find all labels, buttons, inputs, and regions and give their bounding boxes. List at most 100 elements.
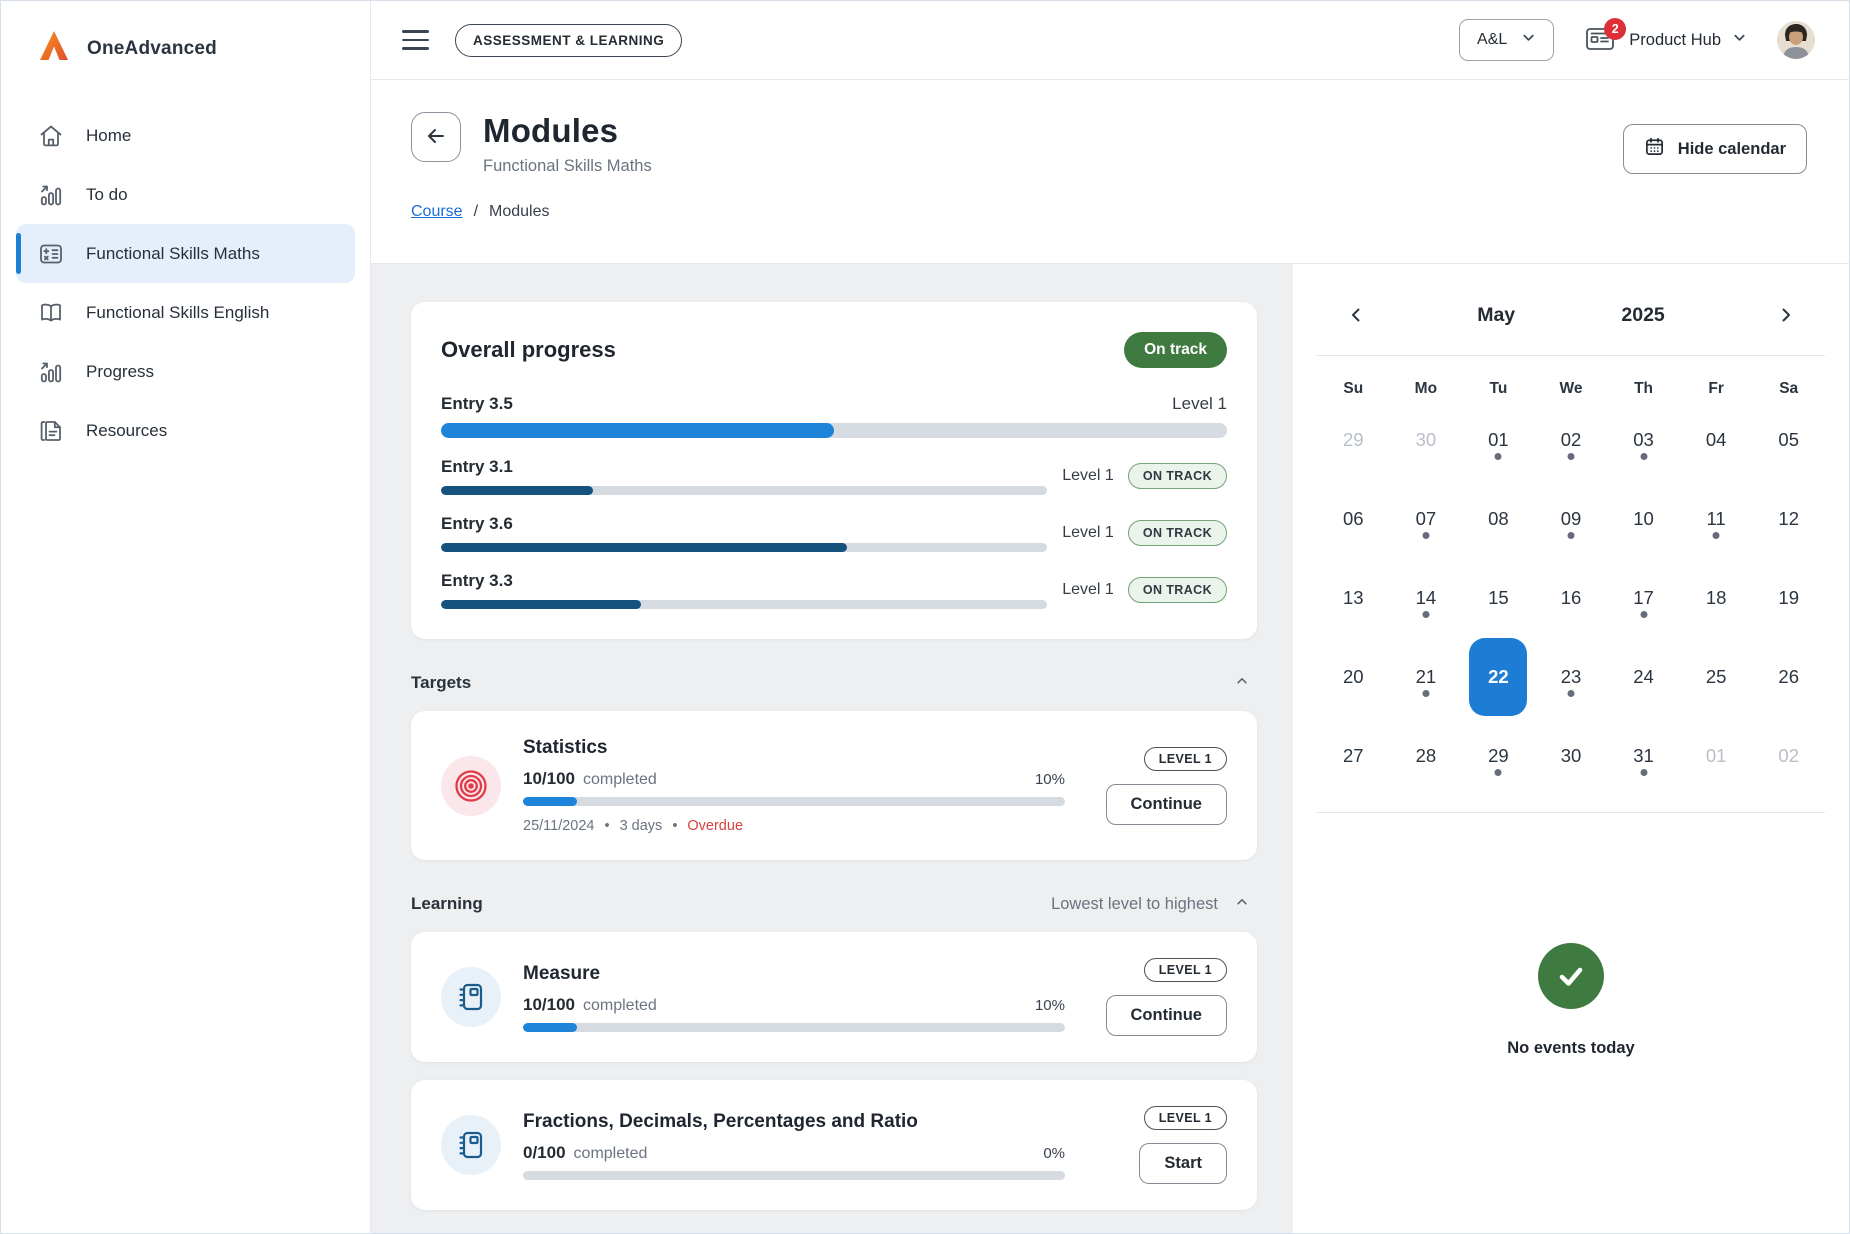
progress-row: Entry 3.6 Level 1 ON TRACK — [441, 514, 1227, 552]
calendar-day[interactable]: 17 — [1607, 558, 1680, 637]
sidebar-item-functional-skills-english[interactable]: Functional Skills English — [16, 283, 355, 342]
product-hub-menu[interactable]: 2 Product Hub — [1584, 25, 1747, 55]
user-avatar[interactable] — [1777, 21, 1815, 59]
overall-progress-title: Overall progress — [441, 337, 616, 363]
calendar-year[interactable]: 2025 — [1621, 304, 1664, 327]
calendar-next-button[interactable] — [1771, 300, 1801, 330]
calendar-day[interactable]: 27 — [1317, 716, 1390, 795]
calendar-day[interactable]: 16 — [1535, 558, 1608, 637]
day-header: Tu — [1462, 380, 1535, 398]
notebook-icon — [441, 967, 501, 1027]
status-badge: On track — [1124, 332, 1227, 368]
completed-count: 0/100 — [523, 1143, 566, 1162]
calendar-day[interactable]: 15 — [1462, 558, 1535, 637]
calendar-day[interactable]: 08 — [1462, 479, 1535, 558]
calendar-day[interactable]: 21 — [1390, 637, 1463, 716]
progress-fill — [441, 486, 593, 495]
calendar-day[interactable]: 05 — [1752, 400, 1825, 479]
calendar-day[interactable]: 10 — [1607, 479, 1680, 558]
continue-button[interactable]: Continue — [1106, 784, 1228, 825]
calendar-day[interactable]: 06 — [1317, 479, 1390, 558]
calendar-day[interactable]: 30 — [1535, 716, 1608, 795]
calendar-day[interactable]: 13 — [1317, 558, 1390, 637]
breadcrumb-course-link[interactable]: Course — [411, 203, 463, 221]
calendar-day[interactable]: 29 — [1317, 400, 1390, 479]
entry-label: Entry 3.3 — [441, 571, 513, 591]
calendar-prev-button[interactable] — [1341, 300, 1371, 330]
level-badge: LEVEL 1 — [1144, 1106, 1227, 1130]
calendar-day[interactable]: 20 — [1317, 637, 1390, 716]
sidebar-item-label: Functional Skills English — [86, 303, 269, 323]
calendar-day[interactable]: 23 — [1535, 637, 1608, 716]
today-events: No events today — [1293, 943, 1849, 1058]
day-header: Th — [1607, 380, 1680, 398]
calendar-day[interactable]: 04 — [1680, 400, 1753, 479]
sidebar-item-resources[interactable]: Resources — [16, 401, 355, 460]
check-circle-icon — [1538, 943, 1604, 1009]
day-header: Fr — [1680, 380, 1753, 398]
calendar-day-selected[interactable]: 22 — [1462, 637, 1535, 716]
calendar-day[interactable]: 12 — [1752, 479, 1825, 558]
sort-label: Lowest level to highest — [1051, 895, 1218, 914]
sort-control[interactable]: Lowest level to highest — [1051, 895, 1249, 914]
sidebar-item-todo[interactable]: To do — [16, 165, 355, 224]
chevron-down-icon — [1521, 30, 1536, 50]
percent-label: 10% — [1035, 997, 1065, 1014]
calendar-month[interactable]: May — [1477, 304, 1515, 327]
sidebar-item-home[interactable]: Home — [16, 106, 355, 165]
sidebar-item-progress[interactable]: Progress — [16, 342, 355, 401]
calendar-day[interactable]: 24 — [1607, 637, 1680, 716]
hide-calendar-button[interactable]: Hide calendar — [1623, 124, 1807, 174]
hamburger-menu-icon[interactable] — [402, 30, 429, 50]
calendar-day[interactable]: 11 — [1680, 479, 1753, 558]
calendar-day[interactable]: 02 — [1535, 400, 1608, 479]
calendar-day[interactable]: 02 — [1752, 716, 1825, 795]
breadcrumb-separator: / — [474, 203, 478, 221]
calendar-day[interactable]: 19 — [1752, 558, 1825, 637]
calendar-day[interactable]: 30 — [1390, 400, 1463, 479]
page-subtitle: Functional Skills Maths — [483, 157, 652, 176]
sidebar-item-label: To do — [86, 185, 128, 205]
learning-title: Learning — [411, 894, 483, 914]
progress-fill — [441, 600, 641, 609]
calendar-day[interactable]: 01 — [1680, 716, 1753, 795]
calendar-day[interactable]: 03 — [1607, 400, 1680, 479]
sidebar-item-label: Functional Skills Maths — [86, 244, 260, 264]
module-title: Fractions, Decimals, Percentages and Rat… — [523, 1111, 1065, 1133]
calendar-day[interactable]: 26 — [1752, 637, 1825, 716]
calendar-panel: May 2025 Su Mo Tu We Th Fr Sa — [1293, 264, 1849, 1233]
progress-fill — [441, 423, 834, 438]
progress-track — [441, 423, 1227, 438]
calendar-day[interactable]: 25 — [1680, 637, 1753, 716]
back-button[interactable] — [411, 112, 461, 162]
completed-label: completed — [574, 1145, 648, 1162]
progress-track — [441, 486, 1047, 495]
chevron-up-icon[interactable] — [1235, 674, 1249, 693]
entry-level: Level 1 — [1062, 524, 1114, 542]
calendar-day[interactable]: 14 — [1390, 558, 1463, 637]
calendar-day[interactable]: 29 — [1462, 716, 1535, 795]
learning-card-measure: Measure 10/100completed 10% LEVEL 1 Cont… — [411, 932, 1257, 1062]
progress-track — [523, 797, 1065, 806]
calendar-day[interactable]: 01 — [1462, 400, 1535, 479]
workspace-dropdown[interactable]: A&L — [1459, 19, 1554, 61]
calendar-day[interactable]: 07 — [1390, 479, 1463, 558]
progress-track — [441, 543, 1047, 552]
calendar-day[interactable]: 31 — [1607, 716, 1680, 795]
calendar-day[interactable]: 28 — [1390, 716, 1463, 795]
progress-track — [523, 1171, 1065, 1180]
calendar-day[interactable]: 18 — [1680, 558, 1753, 637]
progress-track — [441, 600, 1047, 609]
day-header: We — [1535, 380, 1608, 398]
calendar-day[interactable]: 09 — [1535, 479, 1608, 558]
progress-track — [523, 1023, 1065, 1032]
app-window: OneAdvanced Home — [0, 0, 1850, 1234]
completed-count: 10/100 — [523, 769, 575, 788]
continue-button[interactable]: Continue — [1106, 995, 1228, 1036]
start-button[interactable]: Start — [1139, 1143, 1227, 1184]
sidebar-item-functional-skills-maths[interactable]: Functional Skills Maths — [16, 224, 355, 283]
meta-separator: • — [605, 818, 610, 834]
no-events-label: No events today — [1507, 1039, 1634, 1058]
modules-content: Overall progress On track Entry 3.5 Leve… — [371, 264, 1293, 1233]
calendar-day-headers: Su Mo Tu We Th Fr Sa — [1293, 380, 1849, 398]
